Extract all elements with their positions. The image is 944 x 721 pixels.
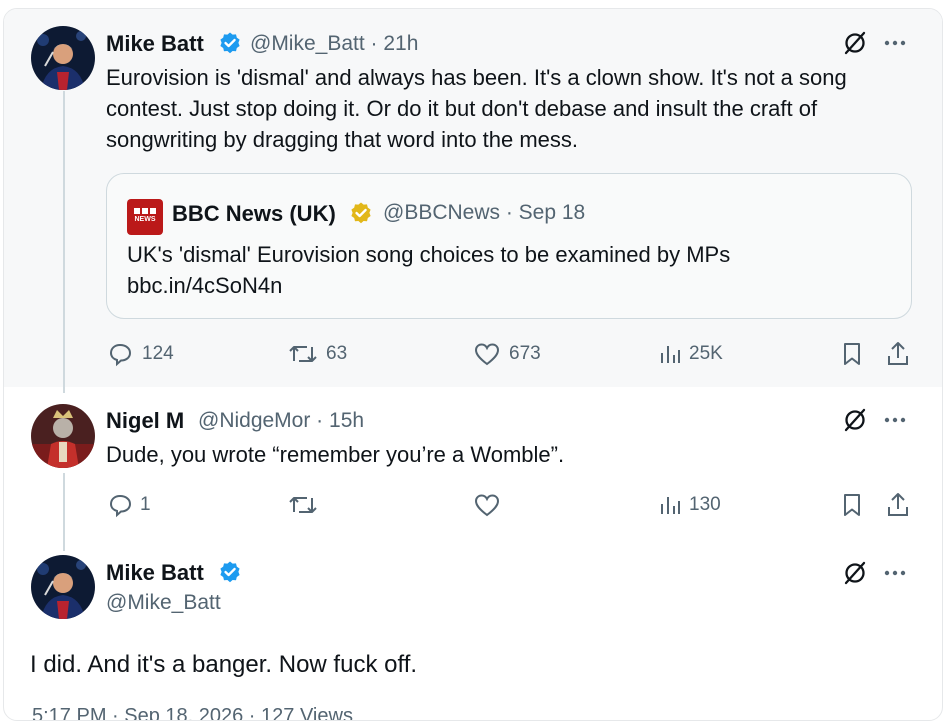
author-name[interactable]: Nigel M <box>106 408 184 434</box>
tweet-text: Dude, you wrote “remember you’re a Wombl… <box>106 442 565 467</box>
reply-icon[interactable] <box>108 341 134 367</box>
author-name[interactable]: Mike Batt <box>106 31 204 57</box>
bookmark-icon[interactable] <box>840 492 864 518</box>
reply-icon[interactable] <box>108 492 134 518</box>
bbc-news-logo: NEWS <box>127 199 163 235</box>
repost-icon[interactable] <box>288 492 318 518</box>
thread-line <box>63 91 65 393</box>
quoted-link[interactable]: bbc.in/4cSoN4n <box>127 270 730 301</box>
reply-count: 1 <box>140 494 151 515</box>
more-icon[interactable] <box>882 568 908 578</box>
author-handle-time[interactable]: @Mike_Batt · 21h <box>250 32 418 56</box>
grok-icon[interactable] <box>842 30 868 56</box>
avatar-mike-batt[interactable] <box>31 26 95 90</box>
grok-icon[interactable] <box>842 407 868 433</box>
views-count: 130 <box>689 494 721 515</box>
like-icon[interactable] <box>473 341 501 367</box>
quoted-tweet-card[interactable]: NEWS BBC News (UK) @BBCNews · Sep 18 UK'… <box>106 173 912 319</box>
quoted-text: UK's 'dismal' Eurovision song choices to… <box>127 239 730 301</box>
verified-badge-icon <box>220 561 240 583</box>
views-count: 25K <box>689 343 723 364</box>
share-icon[interactable] <box>885 491 911 519</box>
grok-icon[interactable] <box>842 560 868 586</box>
tweet-text-line: Eurovision is 'dismal' and always has be… <box>106 65 847 90</box>
like-count: 673 <box>509 343 541 364</box>
tweet-text-line: contest. Just stop doing it. Or do it bu… <box>106 96 818 121</box>
quoted-headline: UK's 'dismal' Eurovision song choices to… <box>127 242 731 267</box>
author-name[interactable]: Mike Batt <box>106 560 204 586</box>
more-icon[interactable] <box>882 38 908 48</box>
views-icon[interactable] <box>657 341 683 367</box>
like-icon[interactable] <box>473 492 501 518</box>
conversation-thread: Mike Batt @Mike_Batt · 21h Eurovision is… <box>3 8 943 721</box>
more-icon[interactable] <box>882 415 908 425</box>
avatar-nigel-m[interactable] <box>31 404 95 468</box>
quoted-author-name[interactable]: BBC News (UK) <box>172 201 336 227</box>
repost-count: 63 <box>326 343 348 364</box>
bookmark-icon[interactable] <box>840 341 864 367</box>
quoted-handle-time[interactable]: @BBCNews · Sep 18 <box>383 201 585 225</box>
repost-icon[interactable] <box>288 341 318 367</box>
author-handle-time[interactable]: @NidgeMor · 15h <box>198 409 364 433</box>
tweet-text: I did. And it's a banger. Now fuck off. <box>30 651 418 678</box>
views-icon[interactable] <box>657 492 683 518</box>
tweet-text: Eurovision is 'dismal' and always has be… <box>106 62 847 155</box>
author-handle[interactable]: @Mike_Batt <box>106 591 221 615</box>
verified-org-badge-icon <box>351 202 371 224</box>
bbc-logo-text: NEWS <box>134 216 156 223</box>
verified-badge-icon <box>220 32 240 54</box>
avatar-mike-batt[interactable] <box>31 555 95 619</box>
share-icon[interactable] <box>885 340 911 368</box>
reply-count: 124 <box>142 343 174 364</box>
tweet-text-line: songwriting by dragging that word into t… <box>106 127 579 152</box>
thread-line <box>63 473 65 551</box>
